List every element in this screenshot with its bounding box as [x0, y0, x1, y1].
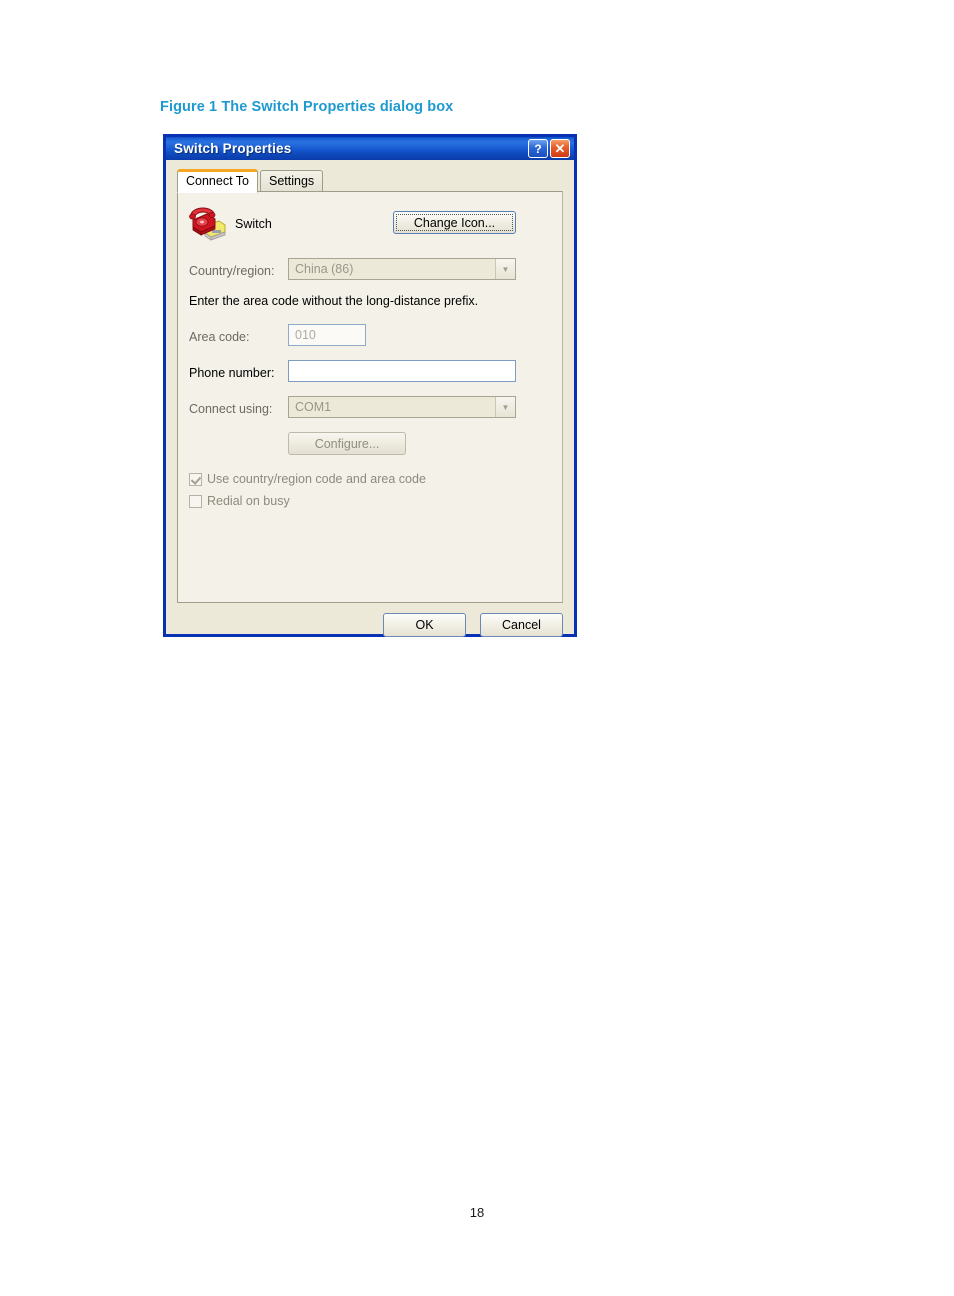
change-icon-button[interactable]: Change Icon... — [393, 211, 516, 234]
help-icon[interactable]: ? — [528, 139, 548, 158]
telephone-icon — [189, 206, 229, 242]
help-glyph: ? — [534, 141, 542, 156]
device-label: Switch — [235, 217, 272, 231]
use-country-code-label: Use country/region code and area code — [207, 472, 426, 486]
chevron-down-icon[interactable]: ▼ — [495, 397, 515, 417]
page-number: 18 — [469, 1205, 485, 1220]
switch-properties-dialog: Switch Properties ? ✕ Connect To Setting… — [163, 134, 577, 637]
country-region-label: Country/region: — [189, 264, 275, 278]
tab-strip: Connect To Settings — [177, 169, 324, 193]
dialog-title: Switch Properties — [174, 141, 292, 156]
configure-button-label: Configure... — [314, 436, 380, 451]
redial-on-busy-checkbox-row[interactable]: Redial on busy — [189, 494, 290, 508]
country-region-select[interactable]: China (86) ▼ — [288, 258, 516, 280]
device-identity-row: Switch — [189, 206, 272, 242]
chevron-down-icon[interactable]: ▼ — [495, 259, 515, 279]
titlebar-buttons: ? ✕ — [528, 139, 570, 158]
ok-button-label: OK — [415, 618, 434, 632]
area-code-label-wrap: Area code: — [189, 330, 249, 344]
tab-connect-to[interactable]: Connect To — [177, 169, 259, 193]
connect-using-value: COM1 — [295, 400, 332, 414]
area-code-value: 010 — [295, 328, 316, 342]
ok-button[interactable]: OK — [383, 613, 466, 637]
connect-using-select[interactable]: COM1 ▼ — [288, 396, 516, 418]
phone-number-label-wrap: Phone number: — [189, 366, 274, 380]
cancel-button-label: Cancel — [502, 618, 541, 632]
cancel-button[interactable]: Cancel — [480, 613, 563, 637]
checkbox-checked-icon[interactable] — [189, 472, 202, 486]
checkbox-unchecked-icon[interactable] — [189, 494, 202, 508]
area-code-help-text: Enter the area code without the long-dis… — [189, 294, 479, 308]
tab-settings[interactable]: Settings — [260, 170, 324, 192]
configure-button[interactable]: Configure... — [288, 432, 406, 455]
area-code-label: Area code: — [189, 330, 250, 344]
tab-panel-connect-to: Switch Change Icon... Country/region: Ch… — [177, 191, 563, 603]
dialog-body: Connect To Settings Switch Change Icon..… — [166, 160, 574, 637]
figure-caption: Figure 1 The Switch Properties dialog bo… — [160, 99, 454, 115]
phone-number-input[interactable] — [288, 360, 516, 382]
redial-on-busy-label: Redial on busy — [207, 494, 290, 508]
area-code-input[interactable]: 010 — [288, 324, 366, 346]
close-icon[interactable]: ✕ — [550, 139, 570, 158]
use-country-code-checkbox-row[interactable]: Use country/region code and area code — [189, 472, 426, 486]
dialog-titlebar[interactable]: Switch Properties ? ✕ — [163, 134, 577, 160]
connect-using-label: Connect using: — [189, 402, 273, 416]
focus-ring — [396, 214, 513, 231]
close-glyph: ✕ — [554, 141, 566, 156]
phone-number-label: Phone number: — [189, 366, 275, 380]
country-region-value: China (86) — [295, 262, 354, 276]
country-region-label-wrap: Country/region: — [189, 264, 274, 278]
connect-using-label-wrap: Connect using: — [189, 402, 272, 416]
